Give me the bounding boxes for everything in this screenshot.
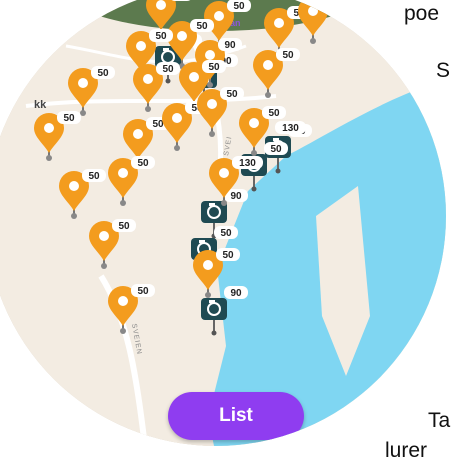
speed-limit-label: 50 bbox=[327, 0, 339, 7]
pin-base bbox=[101, 263, 107, 269]
pin-center-dot bbox=[219, 168, 229, 178]
list-button[interactable]: List bbox=[168, 392, 304, 440]
pin-center-dot bbox=[203, 260, 213, 270]
speed-limit-label: 50 bbox=[137, 158, 149, 169]
map-view[interactable]: kk SVEI SVEIEN Oa & auran 90509050905090… bbox=[0, 0, 446, 446]
pin-center-dot bbox=[136, 41, 146, 51]
speed-limit-label: 50 bbox=[270, 144, 282, 155]
speed-limit-label: 50 bbox=[88, 171, 100, 182]
pin-center-dot bbox=[78, 78, 88, 88]
pin-center-dot bbox=[214, 11, 224, 21]
camera-flash bbox=[209, 300, 215, 303]
pin-center-dot bbox=[207, 99, 217, 109]
pin-center-dot bbox=[177, 31, 187, 41]
pin-center-dot bbox=[133, 129, 143, 139]
pin-center-dot bbox=[205, 50, 215, 60]
camera-flash bbox=[199, 240, 205, 243]
pin-base bbox=[145, 106, 151, 112]
camera-base bbox=[165, 78, 171, 84]
pin-base bbox=[174, 145, 180, 151]
pin-center-dot bbox=[143, 74, 153, 84]
speed-limit-label: 130 bbox=[239, 158, 256, 169]
speed-limit-label: 50 bbox=[175, 0, 187, 1]
speed-limit-label: 50 bbox=[97, 68, 109, 79]
pin-center-dot bbox=[172, 113, 182, 123]
camera-base bbox=[275, 168, 281, 174]
pin-center-dot bbox=[44, 123, 54, 133]
speed-limit-label: 50 bbox=[155, 31, 167, 42]
speed-limit-label: 50 bbox=[162, 64, 174, 75]
pin-base bbox=[120, 200, 126, 206]
speed-limit-label: 50 bbox=[118, 221, 130, 232]
pin-center-dot bbox=[263, 60, 273, 70]
pin-center-dot bbox=[189, 72, 199, 82]
place-label: kk bbox=[34, 99, 47, 111]
speed-limit-label: 50 bbox=[233, 1, 245, 12]
camera-flash bbox=[273, 138, 279, 141]
speed-limit-label: 50 bbox=[208, 62, 220, 73]
speed-limit-label: 50 bbox=[282, 50, 294, 61]
speed-limit-label: 90 bbox=[230, 191, 242, 202]
speed-badge-group: 130 bbox=[275, 121, 306, 134]
pin-base bbox=[221, 200, 227, 206]
camera-base bbox=[211, 330, 217, 336]
speed-limit-label: 130 bbox=[282, 123, 299, 134]
watch-screen: kk SVEI SVEIEN Oa & auran 90509050905090… bbox=[0, 0, 446, 446]
camera-base bbox=[251, 186, 257, 192]
pin-base bbox=[205, 292, 211, 298]
pin-center-dot bbox=[99, 231, 109, 241]
speed-limit-label: 50 bbox=[222, 250, 234, 261]
speed-limit-label: 50 bbox=[226, 89, 238, 100]
camera-flash bbox=[209, 203, 215, 206]
pin-center-dot bbox=[156, 0, 166, 10]
speed-limit-label: 50 bbox=[63, 113, 75, 124]
speed-limit-label: 90 bbox=[224, 40, 236, 51]
pin-base bbox=[207, 82, 213, 88]
speed-limit-label: 50 bbox=[268, 108, 280, 119]
pin-base bbox=[71, 213, 77, 219]
pin-base bbox=[120, 328, 126, 334]
camera-flash bbox=[163, 48, 169, 51]
pin-center-dot bbox=[274, 18, 284, 28]
pin-base bbox=[310, 38, 316, 44]
pin-base bbox=[265, 92, 271, 98]
pin-base bbox=[251, 150, 257, 156]
pin-base bbox=[209, 131, 215, 137]
pin-center-dot bbox=[118, 168, 128, 178]
speed-limit-label: 50 bbox=[196, 21, 208, 32]
pin-center-dot bbox=[308, 6, 318, 16]
pin-base bbox=[46, 155, 52, 161]
pin-center-dot bbox=[249, 118, 259, 128]
speed-limit-label: 90 bbox=[230, 288, 242, 299]
speed-limit-label: 50 bbox=[220, 228, 232, 239]
pin-center-dot bbox=[69, 181, 79, 191]
speed-limit-label: 50 bbox=[137, 286, 149, 297]
pin-center-dot bbox=[118, 296, 128, 306]
pin-base bbox=[80, 110, 86, 116]
